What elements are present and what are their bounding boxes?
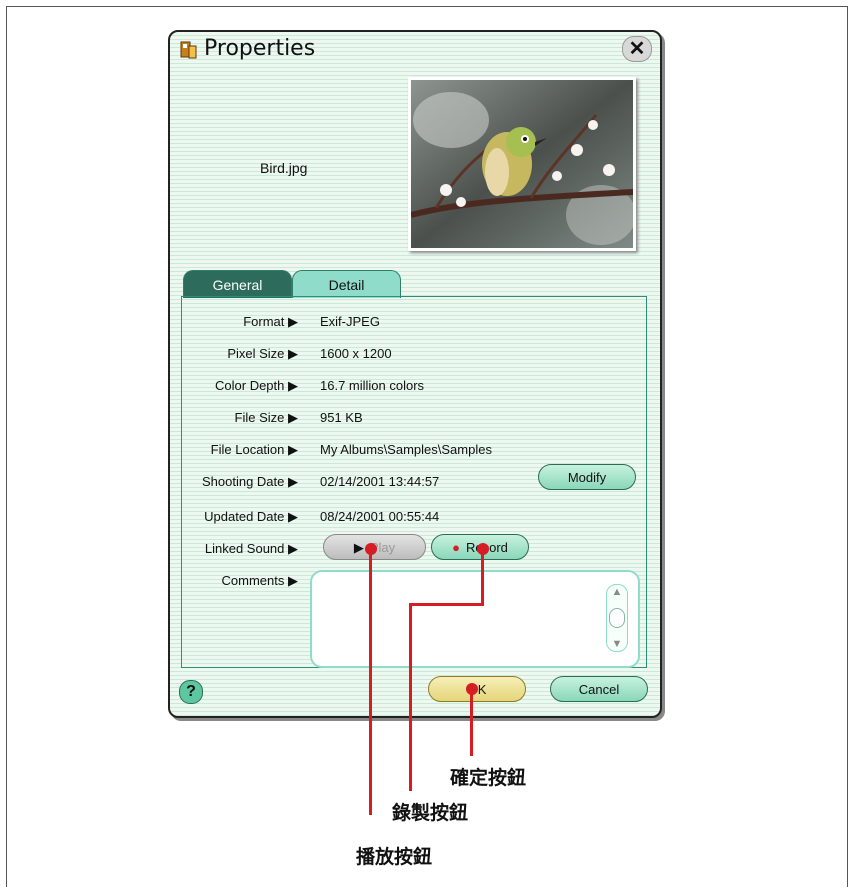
shooting-date-value: 02/14/2001 13:44:57	[320, 474, 440, 489]
file-size-value: 951 KB	[320, 410, 363, 425]
record-button-annotation: 錄製按鈕	[392, 802, 469, 824]
updated-date-value: 08/24/2001 00:55:44	[320, 509, 440, 524]
tab-general[interactable]: General	[183, 270, 292, 298]
pixel-size-value: 1600 x 1200	[320, 346, 392, 361]
format-label: Format ▶	[243, 314, 298, 329]
comments-textarea[interactable]: ▲ ▼	[310, 570, 640, 668]
pixel-size-label: Pixel Size ▶	[227, 346, 298, 361]
record-callout-line	[481, 548, 484, 606]
comments-scrollbar[interactable]: ▲ ▼	[606, 584, 628, 652]
modify-button[interactable]: Modify	[538, 464, 636, 490]
shooting-date-label: Shooting Date ▶	[201, 474, 298, 489]
record-callout-horizontal	[409, 603, 484, 606]
color-depth-label: Color Depth ▶	[215, 378, 298, 393]
play-callout-line	[369, 548, 372, 815]
image-thumbnail	[408, 77, 636, 251]
file-name: Bird.jpg	[260, 160, 308, 176]
record-icon: ●	[452, 540, 460, 555]
file-location-label: File Location ▶	[210, 442, 298, 457]
bird-photo-image	[410, 80, 636, 248]
file-location-value: My Albums\Samples\Samples	[320, 442, 492, 457]
format-value: Exif-JPEG	[320, 314, 380, 329]
scroll-up-icon[interactable]: ▲	[607, 586, 627, 598]
help-button[interactable]: ?	[179, 680, 203, 704]
play-button-annotation: 播放按鈕	[356, 846, 433, 868]
comments-label: Comments ▶	[221, 573, 298, 588]
record-callout-vertical	[409, 603, 412, 791]
close-button[interactable]: ✕	[622, 36, 652, 62]
ok-button-annotation: 確定按鈕	[450, 767, 527, 789]
cancel-button[interactable]: Cancel	[550, 676, 648, 702]
properties-window-icon	[180, 41, 197, 59]
color-depth-value: 16.7 million colors	[320, 378, 425, 393]
dialog-title: Properties	[204, 36, 316, 61]
scroll-thumb[interactable]	[609, 608, 625, 628]
ok-callout-line	[470, 688, 473, 756]
play-icon: ▶	[353, 540, 364, 555]
properties-dialog: Properties ✕ Bird.jpg General Detail For…	[168, 30, 662, 718]
scroll-down-icon[interactable]: ▼	[607, 638, 627, 650]
linked-sound-label: Linked Sound ▶	[204, 541, 298, 556]
tab-detail[interactable]: Detail	[292, 270, 401, 298]
file-size-label: File Size ▶	[234, 410, 298, 425]
updated-date-label: Updated Date ▶	[204, 509, 298, 524]
title-bar[interactable]: Properties ✕	[170, 32, 660, 66]
